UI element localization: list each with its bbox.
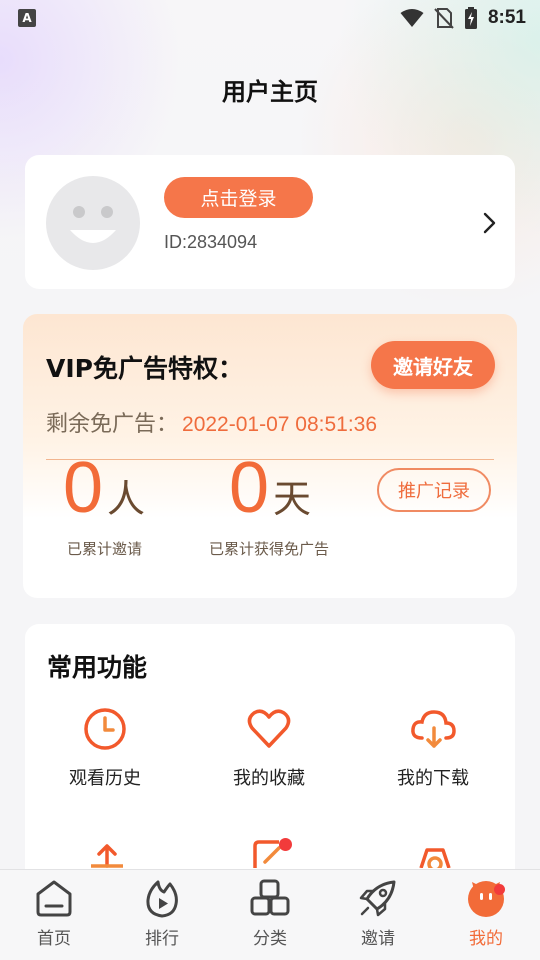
invited-count: 0 [63, 448, 104, 528]
bottom-tab-bar: 首页 排行 分类 邀请 我的 [0, 869, 540, 960]
settings-icon[interactable] [413, 838, 457, 868]
remaining-label: 剩余免广告： [46, 412, 179, 437]
invited-label: 已累计邀请 [67, 540, 143, 558]
no-sim-icon [434, 8, 454, 29]
invite-friends-button[interactable]: 邀请好友 [371, 341, 495, 389]
flame-play-icon [146, 880, 178, 918]
user-id: ID:2834094 [164, 232, 258, 252]
chevron-right-icon[interactable] [480, 211, 498, 235]
tab-invite-label: 邀请 [361, 929, 395, 949]
battery-charging-icon [464, 7, 477, 29]
user-card[interactable]: 点击登录 ID:2834094 [25, 155, 515, 289]
promotion-records-button[interactable]: 推广记录 [377, 468, 491, 512]
favorites-item[interactable]: 我的收藏 [194, 706, 344, 790]
tab-invite[interactable]: 邀请 [324, 870, 432, 960]
upload-icon[interactable] [85, 838, 129, 868]
home-icon [36, 880, 72, 917]
vip-title: VIP免广告特权： [46, 354, 243, 383]
days-stat: 0 天 [229, 452, 311, 524]
tab-category-label: 分类 [253, 929, 287, 949]
downloads-item[interactable]: 我的下载 [358, 706, 508, 790]
heart-icon [247, 709, 291, 748]
watch-history-item[interactable]: 观看历史 [30, 706, 180, 790]
login-button[interactable]: 点击登录 [164, 177, 313, 218]
days-count: 0 [229, 448, 270, 528]
tab-home[interactable]: 首页 [0, 870, 108, 960]
invited-unit: 人 [107, 477, 146, 521]
status-bar: A 8:51 [0, 0, 540, 36]
tab-profile-label: 我的 [469, 929, 503, 949]
watch-history-label: 观看历史 [69, 768, 141, 789]
avatar[interactable] [46, 176, 140, 270]
smiley-avatar-icon [70, 206, 116, 243]
tab-category[interactable]: 分类 [216, 870, 324, 960]
remaining-ad-free: 剩余免广告： 2022-01-07 08:51:36 [46, 406, 377, 438]
notification-dot [279, 838, 292, 851]
invited-stat: 0 人 [63, 452, 145, 524]
functions-title: 常用功能 [47, 653, 148, 682]
accessibility-icon: A [18, 9, 36, 27]
tab-ranking[interactable]: 排行 [108, 870, 216, 960]
vip-card: VIP免广告特权： 邀请好友 剩余免广告： 2022-01-07 08:51:3… [23, 314, 517, 598]
profile-badge-dot [494, 884, 505, 895]
category-icon [250, 879, 290, 916]
days-unit: 天 [273, 477, 312, 521]
page-title: 用户主页 [222, 78, 318, 106]
downloads-label: 我的下载 [397, 768, 469, 789]
favorites-label: 我的收藏 [233, 768, 305, 789]
clock-icon [84, 708, 126, 750]
status-time: 8:51 [487, 7, 526, 28]
tab-ranking-label: 排行 [145, 929, 179, 949]
days-label: 已累计获得免广告 [209, 540, 330, 558]
tab-profile[interactable]: 我的 [432, 870, 540, 960]
functions-card: 常用功能 观看历史 我的收藏 我的下载 [25, 624, 515, 884]
tab-home-label: 首页 [37, 929, 71, 949]
cloud-download-icon [411, 710, 456, 748]
wifi-icon [400, 9, 424, 27]
rocket-icon [359, 880, 396, 917]
remaining-value: 2022-01-07 08:51:36 [182, 413, 378, 436]
